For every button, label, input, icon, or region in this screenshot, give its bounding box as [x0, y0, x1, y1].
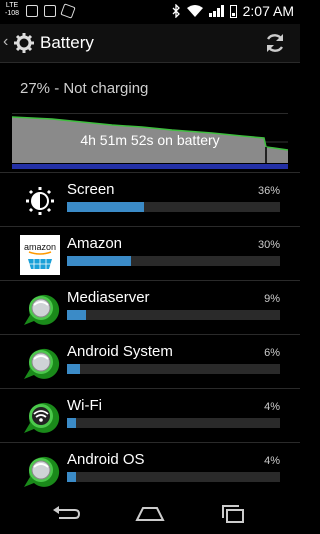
usage-percent: 6%	[264, 347, 280, 359]
usage-bar-track	[67, 310, 280, 320]
navigation-bar	[0, 494, 300, 534]
usage-bar-fill	[67, 472, 76, 482]
home-icon[interactable]	[135, 502, 165, 526]
wifi-signal-icon	[186, 5, 203, 17]
graph-label: 4h 51m 52s on battery	[80, 132, 220, 148]
wifi-icon	[24, 402, 60, 433]
screen-on-bar	[12, 164, 288, 169]
status-bar: LTE -108 2:07 AM	[0, 0, 300, 24]
usage-bar-track	[67, 202, 280, 212]
clock: 2:07 AM	[242, 3, 294, 19]
app-name: Screen	[67, 181, 115, 198]
bluetooth-icon	[172, 4, 180, 18]
app-name: Mediaserver	[67, 289, 150, 306]
gallery-notification-icon	[26, 5, 38, 17]
usage-row-amazon[interactable]: amazon Amazon 30%	[0, 226, 300, 280]
usage-row-android-system[interactable]: Android System 6%	[0, 334, 300, 388]
refresh-icon[interactable]	[263, 31, 287, 55]
usage-bar-track	[67, 472, 280, 482]
usage-percent: 30%	[257, 239, 280, 251]
recents-icon[interactable]	[219, 502, 249, 526]
usage-row-android-os[interactable]: Android OS 4%	[0, 442, 300, 496]
up-chevron-icon[interactable]: ‹	[3, 33, 8, 51]
usage-bar-track	[67, 418, 280, 428]
page-title: Battery	[40, 33, 94, 52]
amazon-icon: amazon	[20, 235, 60, 275]
usage-percent: 9%	[264, 293, 280, 305]
usage-bar-track	[67, 364, 280, 374]
screen-brightness-icon	[26, 187, 54, 215]
android-system-icon	[24, 294, 60, 325]
usage-percent: 36%	[257, 185, 280, 197]
back-icon[interactable]	[51, 502, 81, 526]
image-notification-icon	[44, 5, 56, 17]
android-system-icon	[24, 348, 60, 379]
network-indicator: LTE -108	[4, 2, 19, 17]
usage-row-screen[interactable]: Screen 36%	[0, 172, 300, 226]
rotate-notification-icon	[60, 3, 76, 19]
action-bar: ‹ Battery	[0, 24, 300, 63]
battery-status-icon	[229, 4, 237, 18]
cell-signal-icon	[208, 5, 224, 17]
usage-bar-fill	[67, 202, 144, 212]
amazon-logo-text: amazon	[24, 242, 56, 252]
app-name: Wi-Fi	[67, 397, 102, 414]
usage-row-wi-fi[interactable]: Wi-Fi 4%	[0, 388, 300, 442]
usage-bar-fill	[67, 418, 76, 428]
app-name: Amazon	[67, 235, 123, 252]
usage-bar-track	[67, 256, 280, 266]
android-system-icon	[24, 456, 60, 487]
app-name: Android OS	[67, 451, 145, 468]
battery-status-text: 27% - Not charging	[20, 80, 149, 97]
usage-percent: 4%	[264, 401, 280, 413]
usage-bar-fill	[67, 256, 131, 266]
usage-percent: 4%	[264, 455, 280, 467]
battery-settings-icon[interactable]	[13, 32, 35, 54]
app-name: Android System	[67, 343, 173, 360]
usage-bar-fill	[67, 364, 80, 374]
usage-row-mediaserver[interactable]: Mediaserver 9%	[0, 280, 300, 334]
usage-bar-fill	[67, 310, 87, 320]
